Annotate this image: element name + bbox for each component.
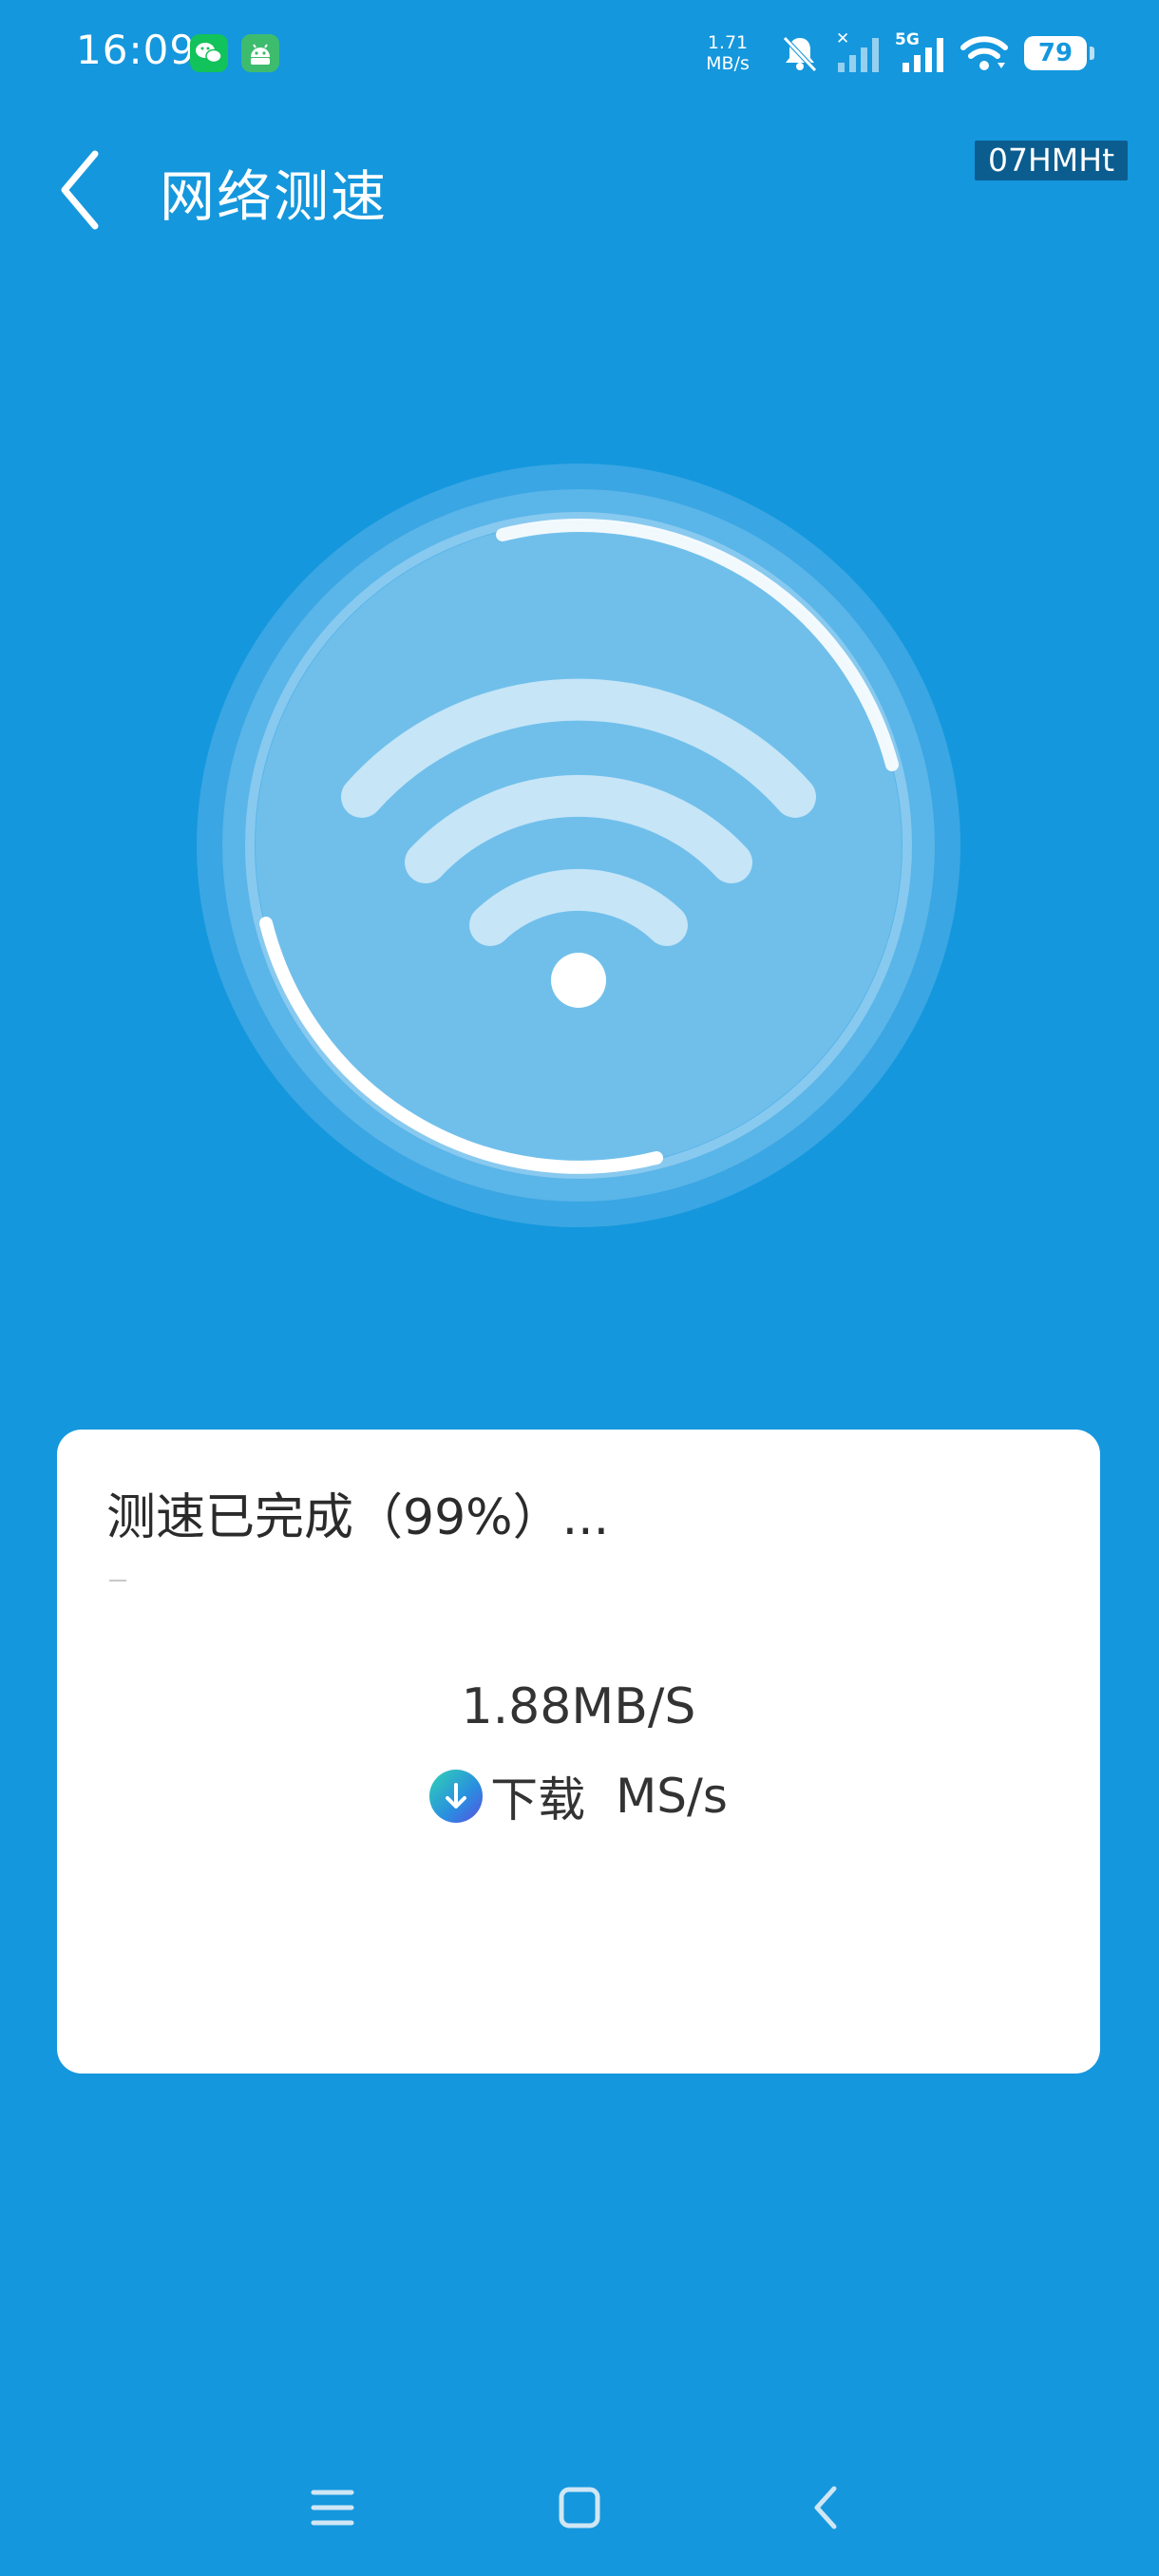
signal-5g-icon: 5G bbox=[895, 30, 943, 72]
back-button[interactable] bbox=[46, 141, 122, 245]
signal-icon: ✕ bbox=[836, 30, 879, 72]
home-icon bbox=[559, 2487, 600, 2529]
download-arrow-icon bbox=[429, 1770, 484, 1823]
result-status: 测速已完成（99%）... bbox=[106, 1489, 610, 1546]
navigation-bar bbox=[0, 2460, 1159, 2555]
back-icon bbox=[814, 2486, 837, 2529]
status-bar: 16:09 1.71 MB/s ✕ 5G 79 bbox=[0, 0, 1159, 104]
net-speed-unit: MB/s bbox=[706, 53, 750, 74]
menu-button[interactable] bbox=[304, 2479, 361, 2536]
menu-icon bbox=[311, 2490, 354, 2526]
id-tag: 07HMHt bbox=[975, 141, 1129, 180]
mute-icon bbox=[783, 36, 817, 72]
download-row: 下载 MS/s bbox=[57, 1762, 1100, 1830]
speed-dial bbox=[197, 464, 960, 1227]
network-type-label: 5G bbox=[895, 30, 920, 49]
svg-text:✕: ✕ bbox=[836, 30, 849, 48]
page-title: 网络测速 bbox=[160, 164, 389, 229]
status-time: 16:09 bbox=[76, 27, 197, 73]
wechat-icon bbox=[190, 34, 228, 72]
net-speed-value: 1.71 bbox=[707, 32, 749, 53]
chevron-left-icon bbox=[61, 150, 99, 230]
android-icon bbox=[241, 34, 279, 72]
home-button[interactable] bbox=[551, 2479, 608, 2536]
download-unit: MS/s bbox=[616, 1769, 728, 1824]
nav-back-button[interactable] bbox=[798, 2479, 855, 2536]
battery-icon: 79 bbox=[1024, 36, 1094, 70]
speed-value: 1.88MB/S bbox=[461, 1678, 696, 1735]
wifi-status-icon bbox=[960, 36, 1008, 70]
status-indicators: 1.71 MB/s ✕ 5G 79 bbox=[701, 25, 1094, 82]
result-card: 测速已完成（99%）... 1.88MB/S 下载 MS/s bbox=[57, 1430, 1100, 2074]
net-speed: 1.71 MB/s bbox=[701, 32, 754, 74]
divider bbox=[109, 1580, 126, 1582]
download-label: 下载 bbox=[490, 1772, 586, 1828]
